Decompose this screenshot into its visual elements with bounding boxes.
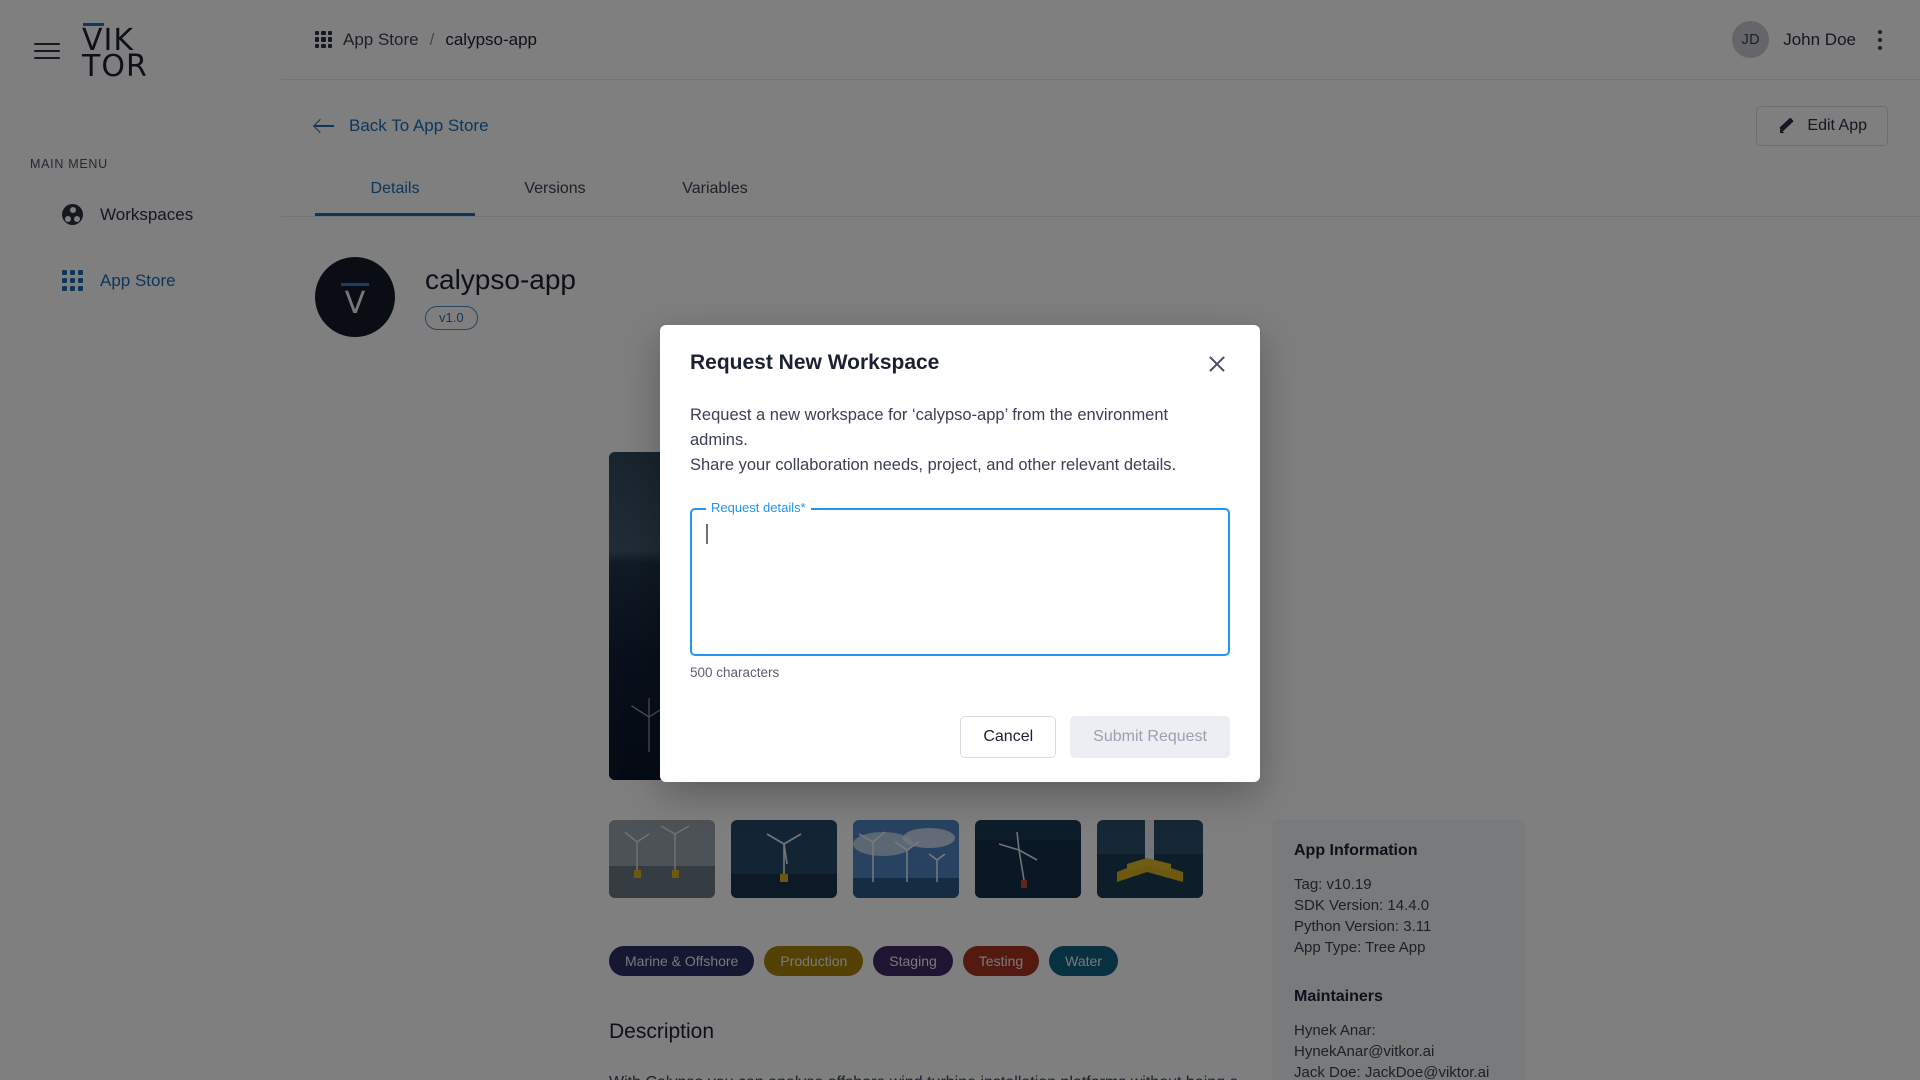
- dialog-body-line-2: Share your collaboration needs, project,…: [690, 456, 1177, 474]
- dialog-body-text: Request a new workspace for ‘calypso-app…: [690, 403, 1230, 478]
- dialog-body-line-1: Request a new workspace for ‘calypso-app…: [690, 406, 1169, 449]
- cancel-button[interactable]: Cancel: [960, 716, 1057, 758]
- request-new-workspace-dialog: Request New Workspace Request a new work…: [660, 325, 1260, 782]
- text-caret: [706, 524, 708, 544]
- dialog-header: Request New Workspace: [690, 351, 1230, 377]
- dialog-title: Request New Workspace: [690, 351, 940, 374]
- dialog-actions: Cancel Submit Request: [690, 716, 1230, 758]
- request-details-input[interactable]: [692, 510, 1228, 654]
- character-counter: 500 characters: [690, 665, 780, 680]
- close-icon[interactable]: [1204, 351, 1230, 377]
- request-details-label: Request details*: [706, 500, 811, 515]
- submit-request-button: Submit Request: [1070, 716, 1230, 758]
- request-details-field[interactable]: Request details*: [690, 500, 1230, 656]
